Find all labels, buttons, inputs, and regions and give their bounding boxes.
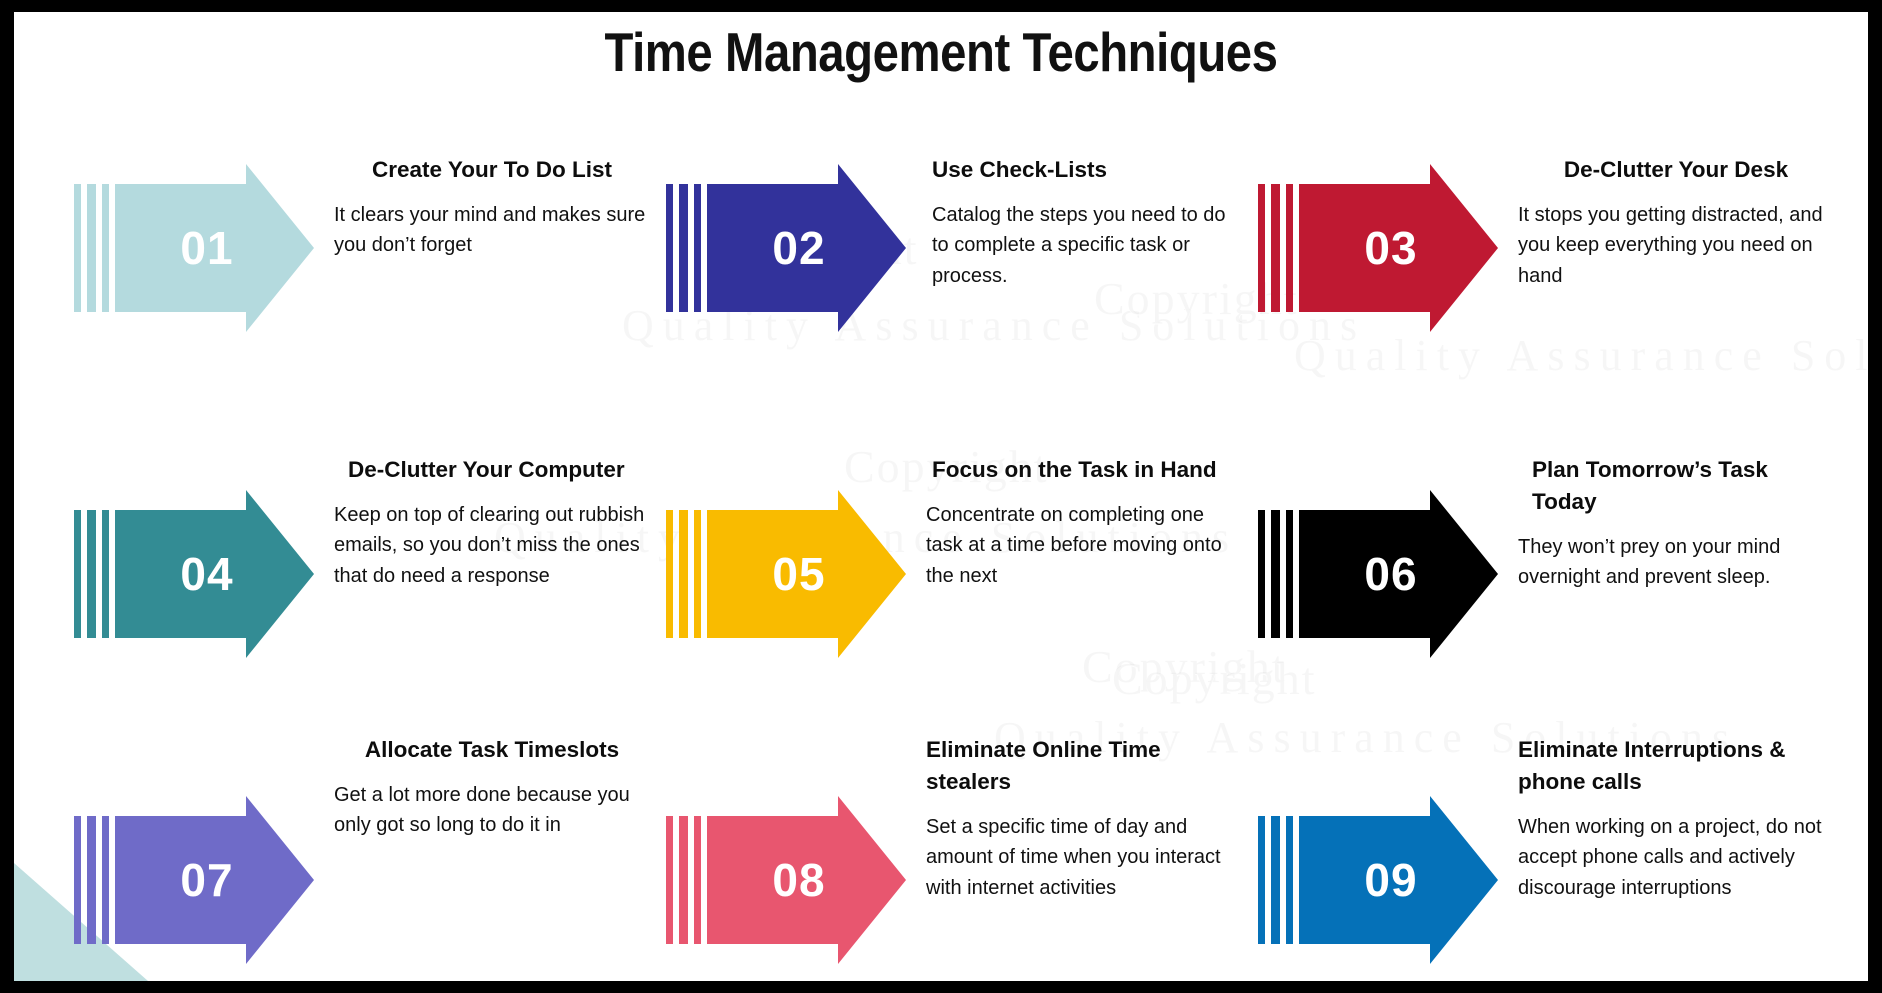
arrow-number-label: 04 (180, 548, 234, 600)
technique-card-07[interactable]: 07 Allocate Task Timeslots Get a lot mor… (70, 734, 650, 981)
technique-title: Create Your To Do List (371, 157, 613, 182)
technique-title: Eliminate Online Time stealers (926, 737, 1161, 794)
technique-body: When working on a project, do not accept… (1518, 815, 1822, 899)
arrow-graphic-02: 02 (662, 164, 910, 332)
technique-text-05: Focus on the Task in Hand Concentrate on… (926, 454, 1242, 591)
technique-text-01: Create Your To Do List It clears your mi… (334, 154, 650, 261)
technique-row: 04 De-Clutter Your Computer Keep on top … (14, 444, 1868, 734)
arrow-graphic-07: 07 (70, 796, 318, 964)
arrow-graphic-01: 01 (70, 164, 318, 332)
technique-title: Eliminate Interruptions & phone calls (1518, 737, 1786, 794)
technique-body: It stops you getting distracted, and you… (1518, 203, 1823, 287)
technique-text-06: Plan Tomorrow’s Task Today They won’t pr… (1518, 454, 1834, 593)
slide-canvas: Copyright Quality Assurance Solutions Co… (14, 12, 1868, 981)
technique-text-08: Eliminate Online Time stealers Set a spe… (926, 734, 1242, 903)
technique-title: De-Clutter Your Desk (1563, 157, 1789, 182)
technique-text-07: Allocate Task Timeslots Get a lot more d… (334, 734, 650, 841)
technique-body: They won’t prey on your mind overnight a… (1518, 535, 1781, 589)
technique-text-03: De-Clutter Your Desk It stops you gettin… (1518, 154, 1834, 291)
arrow-number-label: 01 (180, 222, 234, 274)
technique-text-09: Eliminate Interruptions & phone calls Wh… (1518, 734, 1834, 903)
arrow-number-label: 03 (1364, 222, 1418, 274)
technique-body: Set a specific time of day and amount of… (926, 815, 1221, 899)
arrow-number-label: 09 (1364, 854, 1418, 906)
arrow-number-label: 08 (772, 854, 826, 906)
technique-card-04[interactable]: 04 De-Clutter Your Computer Keep on top … (70, 444, 650, 734)
technique-text-04: De-Clutter Your Computer Keep on top of … (334, 454, 650, 591)
technique-text-02: Use Check-Lists Catalog the steps you ne… (926, 154, 1242, 291)
technique-card-03[interactable]: 03 De-Clutter Your Desk It stops you get… (1254, 154, 1854, 444)
technique-card-01[interactable]: 01 Create Your To Do List It clears your… (70, 154, 650, 444)
arrow-graphic-03: 03 (1254, 164, 1502, 332)
arrow-graphic-04: 04 (70, 490, 318, 658)
arrow-graphic-08: 08 (662, 796, 910, 964)
technique-body: Get a lot more done because you only got… (334, 783, 630, 837)
technique-body: It clears your mind and makes sure you d… (334, 203, 646, 257)
technique-card-02[interactable]: 02 Use Check-Lists Catalog the steps you… (662, 154, 1250, 444)
arrow-graphic-09: 09 (1254, 796, 1502, 964)
technique-title: Use Check-Lists (932, 157, 1108, 182)
technique-title: Allocate Task Timeslots (364, 737, 620, 762)
technique-body: Keep on top of clearing out rubbish emai… (334, 503, 645, 587)
technique-title: Focus on the Task in Hand (932, 457, 1217, 482)
technique-body: Concentrate on completing one task at a … (926, 503, 1222, 587)
techniques-grid: 01 Create Your To Do List It clears your… (14, 154, 1868, 981)
technique-row: 01 Create Your To Do List It clears your… (14, 154, 1868, 444)
technique-card-09[interactable]: 09 Eliminate Interruptions & phone calls… (1254, 734, 1854, 981)
technique-title: Plan Tomorrow’s Task Today (1532, 457, 1768, 514)
technique-body: Catalog the steps you need to do to comp… (932, 203, 1226, 287)
page-title: Time Management Techniques (604, 21, 1278, 83)
technique-card-05[interactable]: 05 Focus on the Task in Hand Concentrate… (662, 444, 1250, 734)
technique-card-08[interactable]: 08 Eliminate Online Time stealers Set a … (662, 734, 1250, 981)
arrow-number-label: 05 (772, 548, 826, 600)
technique-title: De-Clutter Your Computer (348, 457, 625, 482)
arrow-number-label: 06 (1364, 548, 1418, 600)
arrow-number-label: 07 (180, 854, 234, 906)
technique-row: 07 Allocate Task Timeslots Get a lot mor… (14, 734, 1868, 981)
arrow-graphic-06: 06 (1254, 490, 1502, 658)
arrow-number-label: 02 (772, 222, 826, 274)
arrow-graphic-05: 05 (662, 490, 910, 658)
technique-card-06[interactable]: 06 Plan Tomorrow’s Task Today They won’t… (1254, 444, 1854, 734)
